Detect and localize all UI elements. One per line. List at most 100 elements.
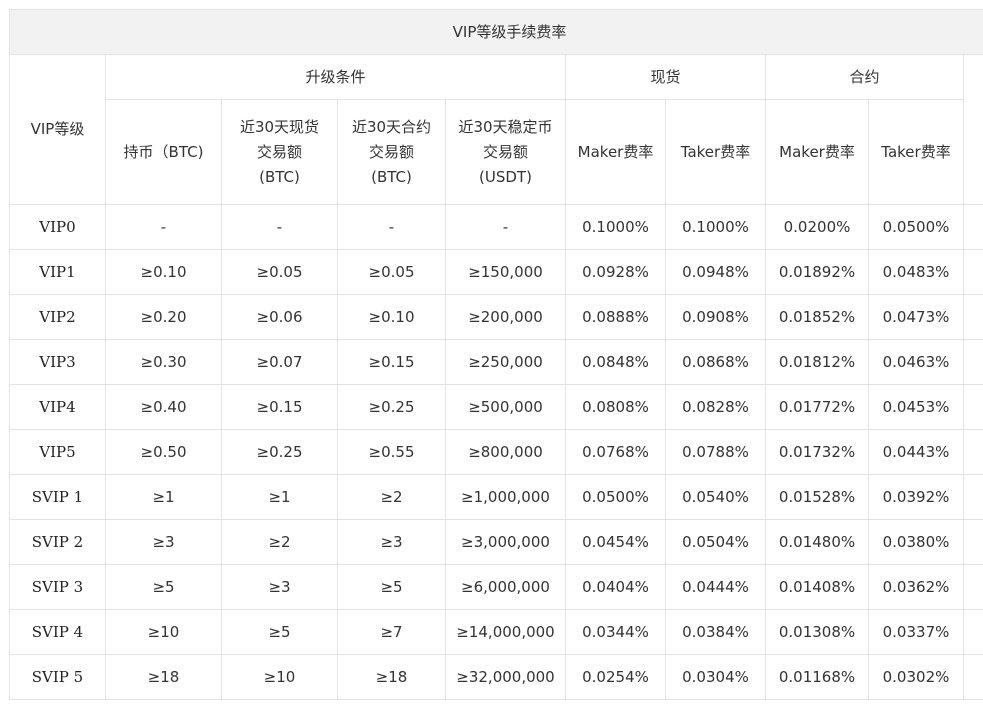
contract-volume-header-line: 交易额 <box>368 142 414 161</box>
level-cell: SVIP 4 <box>9 609 106 655</box>
spot-header: 现货 <box>565 54 766 100</box>
contract-maker-rate-cell: 0.01892% <box>765 249 869 295</box>
stable-volume-header: 近30天稳定币 交易额 (USDT) <box>445 99 566 205</box>
contract-taker-rate-cell: 0.0453% <box>868 384 964 430</box>
extra-column-cell <box>962 654 983 700</box>
stable-volume-header-line: (USDT) <box>479 167 532 186</box>
contract-volume-cell: ≥18 <box>337 654 446 700</box>
table-row: VIP3 ≥0.30 ≥0.07 ≥0.15 ≥250,000 0.0848% 0.0868… <box>9 339 983 385</box>
hold-btc-cell: ≥0.10 <box>105 249 222 295</box>
contract-maker-rate-cell: 0.01308% <box>765 609 869 655</box>
contract-volume-header-line: (BTC) <box>371 167 412 186</box>
table-title: VIP等级手续费率 <box>8 9 983 55</box>
contract-taker-rate-cell: 0.0443% <box>868 429 964 475</box>
contract-maker-rate-cell: 0.01528% <box>765 474 869 520</box>
spot-volume-cell: ≥0.25 <box>221 429 338 475</box>
extra-column-cell <box>962 564 983 610</box>
spot-volume-cell: - <box>221 204 338 250</box>
contract-maker-rate-cell: 0.01408% <box>765 564 869 610</box>
hold-btc-header: 持币（BTC) <box>105 99 222 205</box>
level-cell: SVIP 5 <box>9 654 106 700</box>
hold-btc-cell: ≥3 <box>105 519 222 565</box>
hold-btc-cell: - <box>105 204 222 250</box>
table-row: SVIP 5 ≥18 ≥10 ≥18 ≥32,000,000 0.0254% 0.0304%… <box>9 654 983 700</box>
spot-volume-header-line: (BTC) <box>259 167 300 186</box>
level-cell: VIP2 <box>9 294 106 340</box>
spot-volume-cell: ≥0.15 <box>221 384 338 430</box>
extra-column-cell <box>962 429 983 475</box>
spot-volume-cell: ≥0.07 <box>221 339 338 385</box>
extra-column-cell <box>962 339 983 385</box>
contract-maker-rate-cell: 0.01772% <box>765 384 869 430</box>
table-row: SVIP 3 ≥5 ≥3 ≥5 ≥6,000,000 0.0404% 0.0444% 0.01… <box>9 564 983 610</box>
extra-column-cell <box>962 519 983 565</box>
stable-volume-cell: ≥500,000 <box>445 384 566 430</box>
extra-column-cell <box>962 249 983 295</box>
contract-taker-rate-cell: 0.0483% <box>868 249 964 295</box>
contract-taker-rate-cell: 0.0380% <box>868 519 964 565</box>
stable-volume-cell: ≥1,000,000 <box>445 474 566 520</box>
spot-taker-rate-cell: 0.0384% <box>665 609 766 655</box>
stable-volume-cell: ≥32,000,000 <box>445 654 566 700</box>
table-row: SVIP 4 ≥10 ≥5 ≥7 ≥14,000,000 0.0344% 0.0384% 0.… <box>9 609 983 655</box>
contract-maker-rate-cell: 0.01480% <box>765 519 869 565</box>
contract-taker-rate-cell: 0.0302% <box>868 654 964 700</box>
extra-column-cell <box>962 474 983 520</box>
contract-header: 合约 <box>765 54 964 100</box>
spot-volume-cell: ≥0.05 <box>221 249 338 295</box>
table-row: VIP1 ≥0.10 ≥0.05 ≥0.05 ≥150,000 0.0928% 0.0948… <box>9 249 983 295</box>
contract-taker-header-line: Taker费率 <box>881 142 951 161</box>
contract-volume-cell: ≥0.05 <box>337 249 446 295</box>
stable-volume-cell: ≥6,000,000 <box>445 564 566 610</box>
spot-maker-rate-cell: 0.0404% <box>565 564 666 610</box>
spot-volume-cell: ≥2 <box>221 519 338 565</box>
contract-volume-header: 近30天合约 交易额 (BTC) <box>337 99 446 205</box>
contract-volume-cell: ≥5 <box>337 564 446 610</box>
contract-volume-cell: ≥0.55 <box>337 429 446 475</box>
spot-maker-rate-cell: 0.0888% <box>565 294 666 340</box>
table-row: SVIP 2 ≥3 ≥2 ≥3 ≥3,000,000 0.0454% 0.0504% 0.01… <box>9 519 983 565</box>
stable-volume-cell: ≥14,000,000 <box>445 609 566 655</box>
spot-maker-rate-cell: 0.0344% <box>565 609 666 655</box>
vip-fee-table: VIP等级手续费率 VIP等级 升级条件 现货 合约 持币（BTC) 近30天现… <box>8 9 983 700</box>
contract-volume-cell: ≥2 <box>337 474 446 520</box>
table-row: VIP5 ≥0.50 ≥0.25 ≥0.55 ≥800,000 0.0768% 0.0788… <box>9 429 983 475</box>
hold-btc-cell: ≥18 <box>105 654 222 700</box>
hold-btc-cell: ≥0.50 <box>105 429 222 475</box>
stable-volume-cell: ≥800,000 <box>445 429 566 475</box>
extra-column-cell <box>962 384 983 430</box>
spot-volume-cell: ≥5 <box>221 609 338 655</box>
spot-maker-rate-cell: 0.0768% <box>565 429 666 475</box>
stable-volume-header-line: 近30天稳定币 <box>458 117 553 136</box>
contract-volume-cell: ≥0.15 <box>337 339 446 385</box>
contract-volume-cell: ≥0.10 <box>337 294 446 340</box>
level-cell: SVIP 3 <box>9 564 106 610</box>
spot-taker-rate-cell: 0.0868% <box>665 339 766 385</box>
stable-volume-header-line: 交易额 <box>482 142 528 161</box>
spot-volume-cell: ≥0.06 <box>221 294 338 340</box>
contract-volume-cell: ≥7 <box>337 609 446 655</box>
spot-taker-rate-cell: 0.0304% <box>665 654 766 700</box>
spot-taker-header-line: Taker费率 <box>680 142 751 161</box>
contract-maker-rate-cell: 0.01168% <box>765 654 869 700</box>
fee-table-body: VIP0- - - -0.1000% 0.1000% 0.0200% 0.0500% VIP1… <box>9 204 983 700</box>
level-cell: SVIP 2 <box>9 519 106 565</box>
contract-maker-rate-cell: 0.0200% <box>765 204 869 250</box>
contract-volume-cell: - <box>337 204 446 250</box>
stable-volume-cell: ≥3,000,000 <box>445 519 566 565</box>
hold-btc-cell: ≥0.30 <box>105 339 222 385</box>
contract-maker-header: Maker费率 <box>765 99 869 205</box>
spot-volume-cell: ≥1 <box>221 474 338 520</box>
level-cell: VIP4 <box>9 384 106 430</box>
spot-maker-rate-cell: 0.0848% <box>565 339 666 385</box>
table-row: SVIP 1 ≥1 ≥1 ≥2 ≥1,000,000 0.0500% 0.0540% 0.01… <box>9 474 983 520</box>
spot-maker-rate-cell: 0.1000% <box>565 204 666 250</box>
level-cell: VIP1 <box>9 249 106 295</box>
contract-volume-cell: ≥0.25 <box>337 384 446 430</box>
level-cell: SVIP 1 <box>9 474 106 520</box>
contract-taker-rate-cell: 0.0362% <box>868 564 964 610</box>
spot-volume-cell: ≥10 <box>221 654 338 700</box>
spot-taker-rate-cell: 0.0908% <box>665 294 766 340</box>
spot-maker-rate-cell: 0.0808% <box>565 384 666 430</box>
contract-taker-rate-cell: 0.0463% <box>868 339 964 385</box>
